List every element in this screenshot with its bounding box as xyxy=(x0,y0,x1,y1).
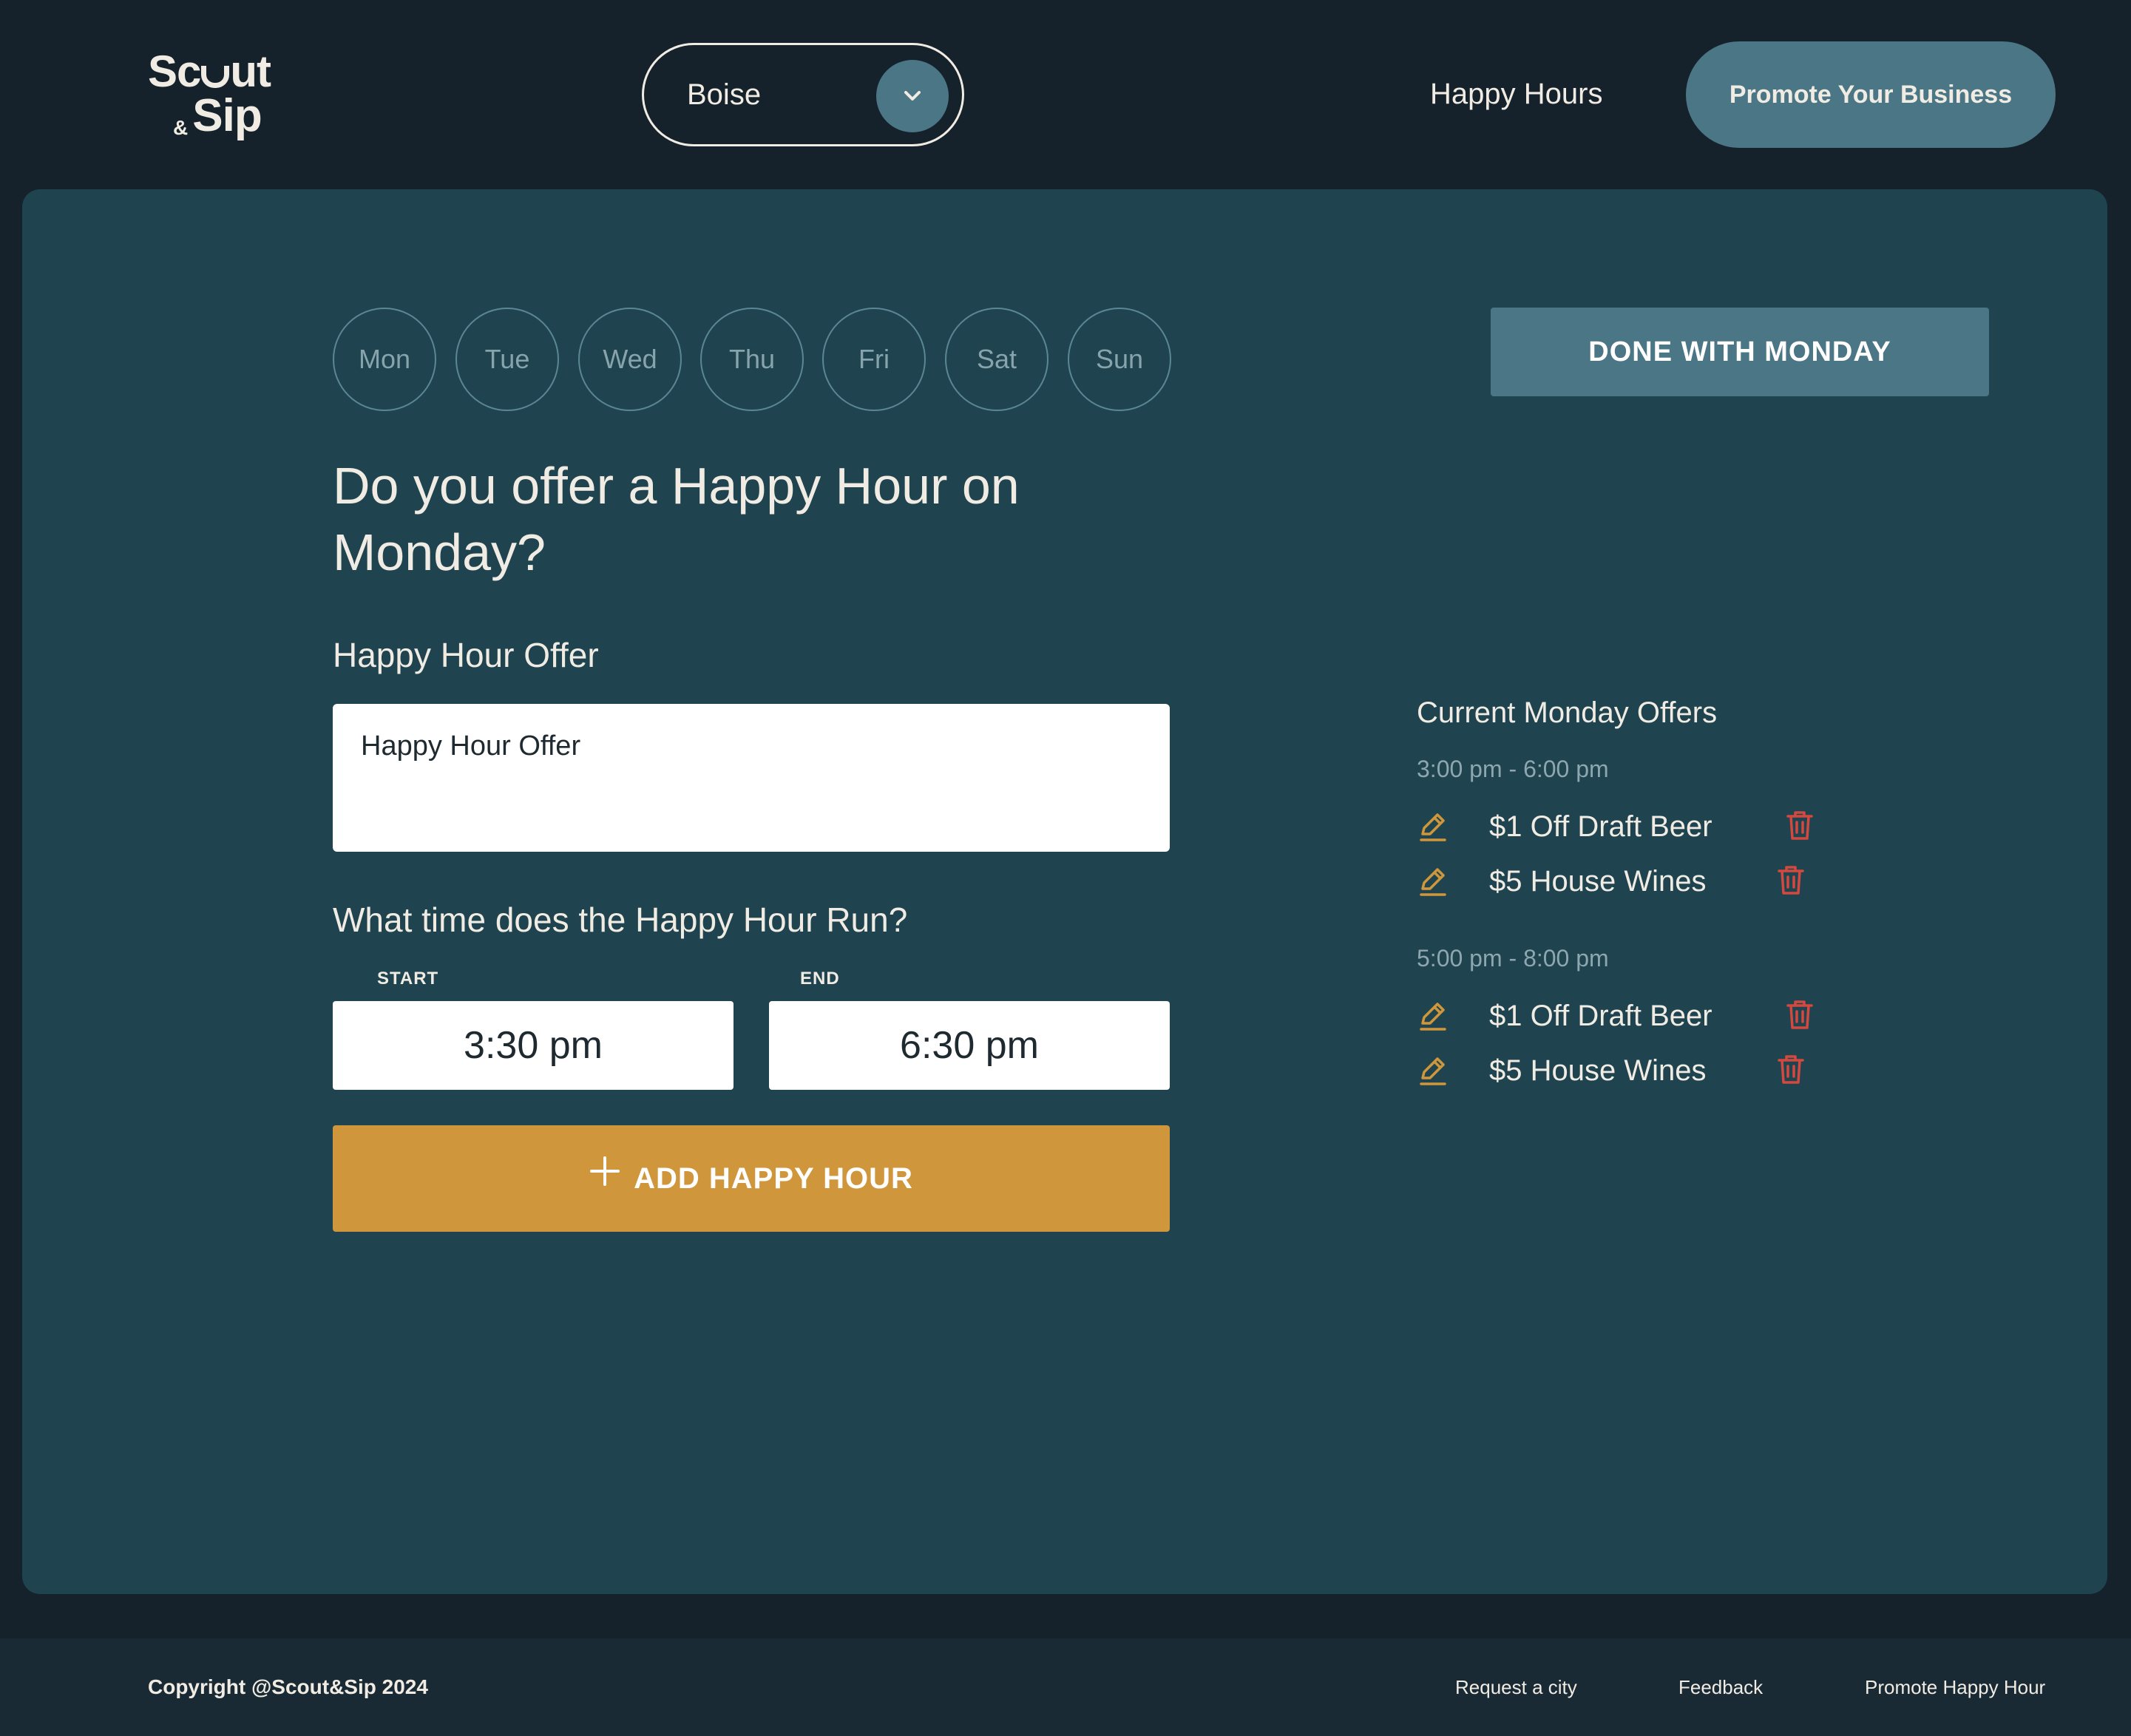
start-time-caption: START xyxy=(377,969,439,989)
day-sat[interactable]: Sat xyxy=(945,308,1048,411)
scout-and-sip-logo[interactable]: Sc ut &Sip xyxy=(148,46,296,142)
trash-icon[interactable] xyxy=(1785,998,1815,1034)
day-wed[interactable]: Wed xyxy=(578,308,682,411)
plus-icon xyxy=(589,1124,620,1230)
glass-icon xyxy=(201,66,230,88)
pencil-icon[interactable] xyxy=(1417,1054,1449,1091)
pencil-icon[interactable] xyxy=(1417,1000,1449,1036)
offer-slot-time: 3:00 pm - 6:00 pm xyxy=(1417,756,1609,782)
trash-icon[interactable] xyxy=(1785,809,1815,845)
trash-icon[interactable] xyxy=(1776,1053,1806,1089)
offer-item-name: $5 House Wines xyxy=(1489,1054,1707,1087)
offer-item: $1 Off Draft Beer xyxy=(1417,800,2008,855)
city-dropdown[interactable]: Boise xyxy=(642,43,964,146)
site-header: Sc ut &Sip Boise Happy Hours Promote Your… xyxy=(0,0,2131,189)
pencil-icon[interactable] xyxy=(1417,865,1449,901)
current-offers: Current Monday Offers 3:00 pm - 6:00 pm … xyxy=(1417,692,2008,1099)
day-tue[interactable]: Tue xyxy=(455,308,559,411)
page-question: Do you offer a Happy Hour on Monday? xyxy=(333,457,1020,581)
offer-item: $1 Off Draft Beer xyxy=(1417,989,2008,1044)
trash-icon[interactable] xyxy=(1776,864,1806,900)
end-time-caption: END xyxy=(800,969,840,989)
footer-link-request-city[interactable]: Request a city xyxy=(1455,1638,1577,1736)
offer-item: $5 House Wines xyxy=(1417,1044,2008,1099)
offer-item-name: $1 Off Draft Beer xyxy=(1489,810,1712,843)
promote-business-button[interactable]: Promote Your Business xyxy=(1686,41,2056,148)
footer-link-feedback[interactable]: Feedback xyxy=(1678,1638,1763,1736)
end-time-input[interactable]: 6:30 pm xyxy=(769,1001,1170,1090)
add-happy-hour-button[interactable]: ADD HAPPY HOUR xyxy=(333,1125,1170,1232)
offer-slot-time: 5:00 pm - 8:00 pm xyxy=(1417,945,1609,972)
offer-field-label: Happy Hour Offer xyxy=(333,636,599,674)
offer-item-name: $5 House Wines xyxy=(1489,865,1707,898)
nav-happy-hours[interactable]: Happy Hours xyxy=(1430,68,1602,120)
offer-input[interactable] xyxy=(333,704,1170,852)
logo-wordmark-bottom: &Sip xyxy=(173,90,262,141)
day-sun[interactable]: Sun xyxy=(1068,308,1171,411)
day-fri[interactable]: Fri xyxy=(822,308,926,411)
day-thu[interactable]: Thu xyxy=(700,308,804,411)
day-mon[interactable]: Mon xyxy=(333,308,436,411)
copyright-text: Copyright @Scout&Sip 2024 xyxy=(148,1675,428,1698)
start-time-input[interactable]: 3:30 pm xyxy=(333,1001,734,1090)
offer-item-name: $1 Off Draft Beer xyxy=(1489,1000,1712,1032)
happy-hour-editor-panel: Mon Tue Wed Thu Fri Sat Sun DONE WITH MO… xyxy=(22,189,2107,1594)
chevron-down-icon[interactable] xyxy=(876,60,949,132)
pencil-icon[interactable] xyxy=(1417,810,1449,847)
current-offers-title: Current Monday Offers xyxy=(1417,696,1718,729)
time-section-label: What time does the Happy Hour Run? xyxy=(333,901,908,939)
add-happy-hour-label: ADD HAPPY HOUR xyxy=(634,1162,913,1195)
offer-item: $5 House Wines xyxy=(1417,855,2008,909)
footer-link-promote-happy-hour[interactable]: Promote Happy Hour xyxy=(1865,1638,2045,1736)
done-with-day-button[interactable]: DONE WITH MONDAY xyxy=(1491,308,1989,396)
city-dropdown-value: Boise xyxy=(687,78,762,111)
site-footer: Copyright @Scout&Sip 2024 Request a city… xyxy=(0,1638,2131,1736)
